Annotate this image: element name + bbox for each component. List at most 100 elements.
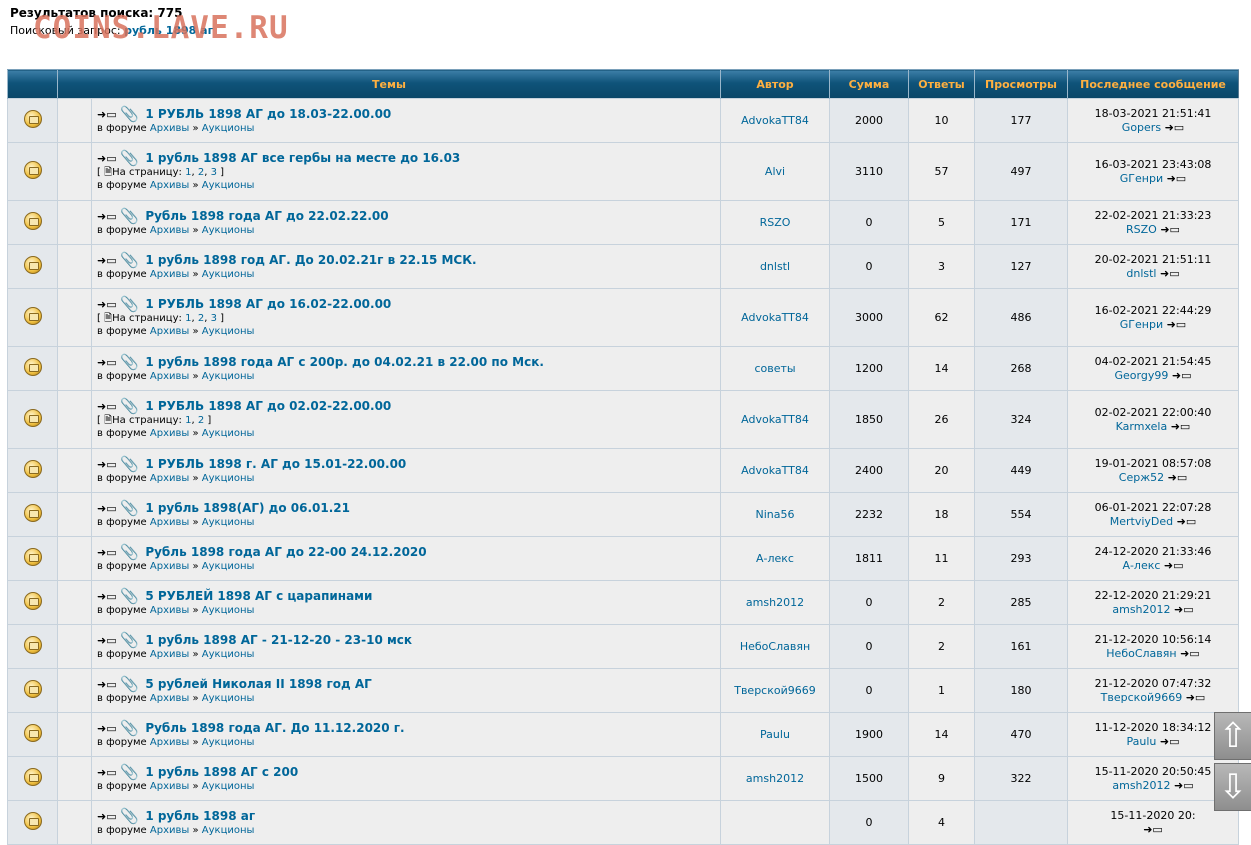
go-to-last-post-icon[interactable]: ➜▭ (1171, 420, 1191, 433)
last-post-user[interactable]: Georgy99 (1115, 369, 1169, 382)
go-to-last-post-icon[interactable]: ➜▭ (1180, 647, 1200, 660)
topic-title-link[interactable]: Рубль 1898 года АГ до 22-00 24.12.2020 (145, 545, 426, 559)
subforum-link[interactable]: Аукционы (202, 825, 255, 836)
go-to-new-icon[interactable]: ➜▭ (97, 108, 117, 121)
author-link[interactable]: RSZO (760, 216, 791, 229)
last-post-user[interactable]: MertviyDed (1110, 515, 1173, 528)
go-to-last-post-icon[interactable]: ➜▭ (1174, 779, 1194, 792)
subforum-link[interactable]: Аукционы (202, 561, 255, 572)
subforum-link[interactable]: Аукционы (202, 225, 255, 236)
last-post-user[interactable]: Gopers (1122, 121, 1161, 134)
subforum-link[interactable]: Аукционы (202, 781, 255, 792)
topic-title-link[interactable]: 1 рубль 1898 АГ с 200 (145, 765, 298, 779)
page-link[interactable]: 3 (211, 167, 217, 178)
go-to-last-post-icon[interactable]: ➜▭ (1164, 559, 1184, 572)
author-link[interactable]: НебоСлавян (740, 640, 810, 653)
go-to-new-icon[interactable]: ➜▭ (97, 634, 117, 647)
forum-link[interactable]: Архивы (150, 123, 189, 134)
subforum-link[interactable]: Аукционы (202, 693, 255, 704)
topic-title-link[interactable]: 1 рубль 1898 год АГ. До 20.02.21г в 22.1… (145, 253, 476, 267)
page-link[interactable]: 1 (185, 167, 191, 178)
last-post-user[interactable]: amsh2012 (1112, 779, 1170, 792)
forum-link[interactable]: Архивы (150, 605, 189, 616)
subforum-link[interactable]: Аукционы (202, 326, 255, 337)
last-post-user[interactable]: Paulu (1126, 735, 1156, 748)
go-to-new-icon[interactable]: ➜▭ (97, 766, 117, 779)
topic-title-link[interactable]: 5 рублей Николая II 1898 год АГ (145, 677, 371, 691)
page-link[interactable]: 2 (198, 167, 204, 178)
go-to-new-icon[interactable]: ➜▭ (97, 546, 117, 559)
topic-title-link[interactable]: 1 рубль 1898 аг (145, 809, 255, 823)
page-link[interactable]: 2 (198, 415, 204, 426)
go-to-last-post-icon[interactable]: ➜▭ (1167, 318, 1187, 331)
last-post-user[interactable]: RSZO (1126, 223, 1157, 236)
go-to-last-post-icon[interactable]: ➜▭ (1143, 823, 1163, 836)
go-to-new-icon[interactable]: ➜▭ (97, 254, 117, 267)
go-to-new-icon[interactable]: ➜▭ (97, 810, 117, 823)
topic-title-link[interactable]: Рубль 1898 года АГ. До 11.12.2020 г. (145, 721, 404, 735)
go-to-last-post-icon[interactable]: ➜▭ (1160, 223, 1180, 236)
last-post-user[interactable]: dnlstl (1126, 267, 1156, 280)
forum-link[interactable]: Архивы (150, 473, 189, 484)
topic-title-link[interactable]: 1 рубль 1898(АГ) до 06.01.21 (145, 501, 350, 515)
page-link[interactable]: 3 (211, 313, 217, 324)
go-to-new-icon[interactable]: ➜▭ (97, 356, 117, 369)
author-link[interactable]: amsh2012 (746, 772, 804, 785)
topic-title-link[interactable]: 1 РУБЛЬ 1898 АГ до 16.02-22.00.00 (145, 297, 391, 311)
subforum-link[interactable]: Аукционы (202, 605, 255, 616)
go-to-last-post-icon[interactable]: ➜▭ (1177, 515, 1197, 528)
forum-link[interactable]: Архивы (150, 180, 189, 191)
go-to-new-icon[interactable]: ➜▭ (97, 502, 117, 515)
scroll-down-button[interactable]: ⇩ (1214, 763, 1251, 811)
author-link[interactable]: amsh2012 (746, 596, 804, 609)
last-post-user[interactable]: GГенри (1120, 172, 1163, 185)
forum-link[interactable]: Архивы (150, 371, 189, 382)
go-to-new-icon[interactable]: ➜▭ (97, 458, 117, 471)
topic-title-link[interactable]: 5 РУБЛЕЙ 1898 АГ с царапинами (145, 589, 372, 603)
subforum-link[interactable]: Аукционы (202, 517, 255, 528)
last-post-user[interactable]: Karmxela (1116, 420, 1168, 433)
topic-title-link[interactable]: 1 РУБЛЬ 1898 АГ до 18.03-22.00.00 (145, 107, 391, 121)
author-link[interactable]: А-лекс (756, 552, 794, 565)
scroll-up-button[interactable]: ⇧ (1214, 712, 1251, 760)
topic-title-link[interactable]: 1 рубль 1898 АГ все гербы на месте до 16… (145, 151, 460, 165)
go-to-new-icon[interactable]: ➜▭ (97, 152, 117, 165)
author-link[interactable]: Alvi (765, 165, 785, 178)
forum-link[interactable]: Архивы (150, 737, 189, 748)
go-to-new-icon[interactable]: ➜▭ (97, 722, 117, 735)
forum-link[interactable]: Архивы (150, 693, 189, 704)
go-to-new-icon[interactable]: ➜▭ (97, 400, 117, 413)
forum-link[interactable]: Архивы (150, 561, 189, 572)
last-post-user[interactable]: GГенри (1120, 318, 1163, 331)
last-post-user[interactable]: НебоСлавян (1106, 647, 1176, 660)
go-to-new-icon[interactable]: ➜▭ (97, 298, 117, 311)
page-link[interactable]: 1 (185, 415, 191, 426)
forum-link[interactable]: Архивы (150, 225, 189, 236)
author-link[interactable]: AdvokaTT84 (741, 114, 809, 127)
go-to-last-post-icon[interactable]: ➜▭ (1168, 471, 1188, 484)
last-post-user[interactable]: Тверской9669 (1101, 691, 1183, 704)
author-link[interactable]: AdvokaTT84 (741, 464, 809, 477)
go-to-last-post-icon[interactable]: ➜▭ (1186, 691, 1206, 704)
topic-title-link[interactable]: 1 рубль 1898 года АГ с 200р. до 04.02.21… (145, 355, 544, 369)
go-to-last-post-icon[interactable]: ➜▭ (1174, 603, 1194, 616)
go-to-new-icon[interactable]: ➜▭ (97, 678, 117, 691)
search-query-link[interactable]: рубль 1898 аг (124, 24, 213, 37)
author-link[interactable]: советы (754, 362, 795, 375)
forum-link[interactable]: Архивы (150, 326, 189, 337)
subforum-link[interactable]: Аукционы (202, 123, 255, 134)
subforum-link[interactable]: Аукционы (202, 428, 255, 439)
forum-link[interactable]: Архивы (150, 649, 189, 660)
author-link[interactable]: dnlstl (760, 260, 790, 273)
author-link[interactable]: AdvokaTT84 (741, 311, 809, 324)
go-to-new-icon[interactable]: ➜▭ (97, 210, 117, 223)
author-link[interactable]: Тверской9669 (734, 684, 816, 697)
forum-link[interactable]: Архивы (150, 517, 189, 528)
last-post-user[interactable]: Серж52 (1119, 471, 1164, 484)
author-link[interactable]: Paulu (760, 728, 790, 741)
forum-link[interactable]: Архивы (150, 269, 189, 280)
page-link[interactable]: 2 (198, 313, 204, 324)
subforum-link[interactable]: Аукционы (202, 649, 255, 660)
topic-title-link[interactable]: 1 РУБЛЬ 1898 г. АГ до 15.01-22.00.00 (145, 457, 406, 471)
subforum-link[interactable]: Аукционы (202, 473, 255, 484)
